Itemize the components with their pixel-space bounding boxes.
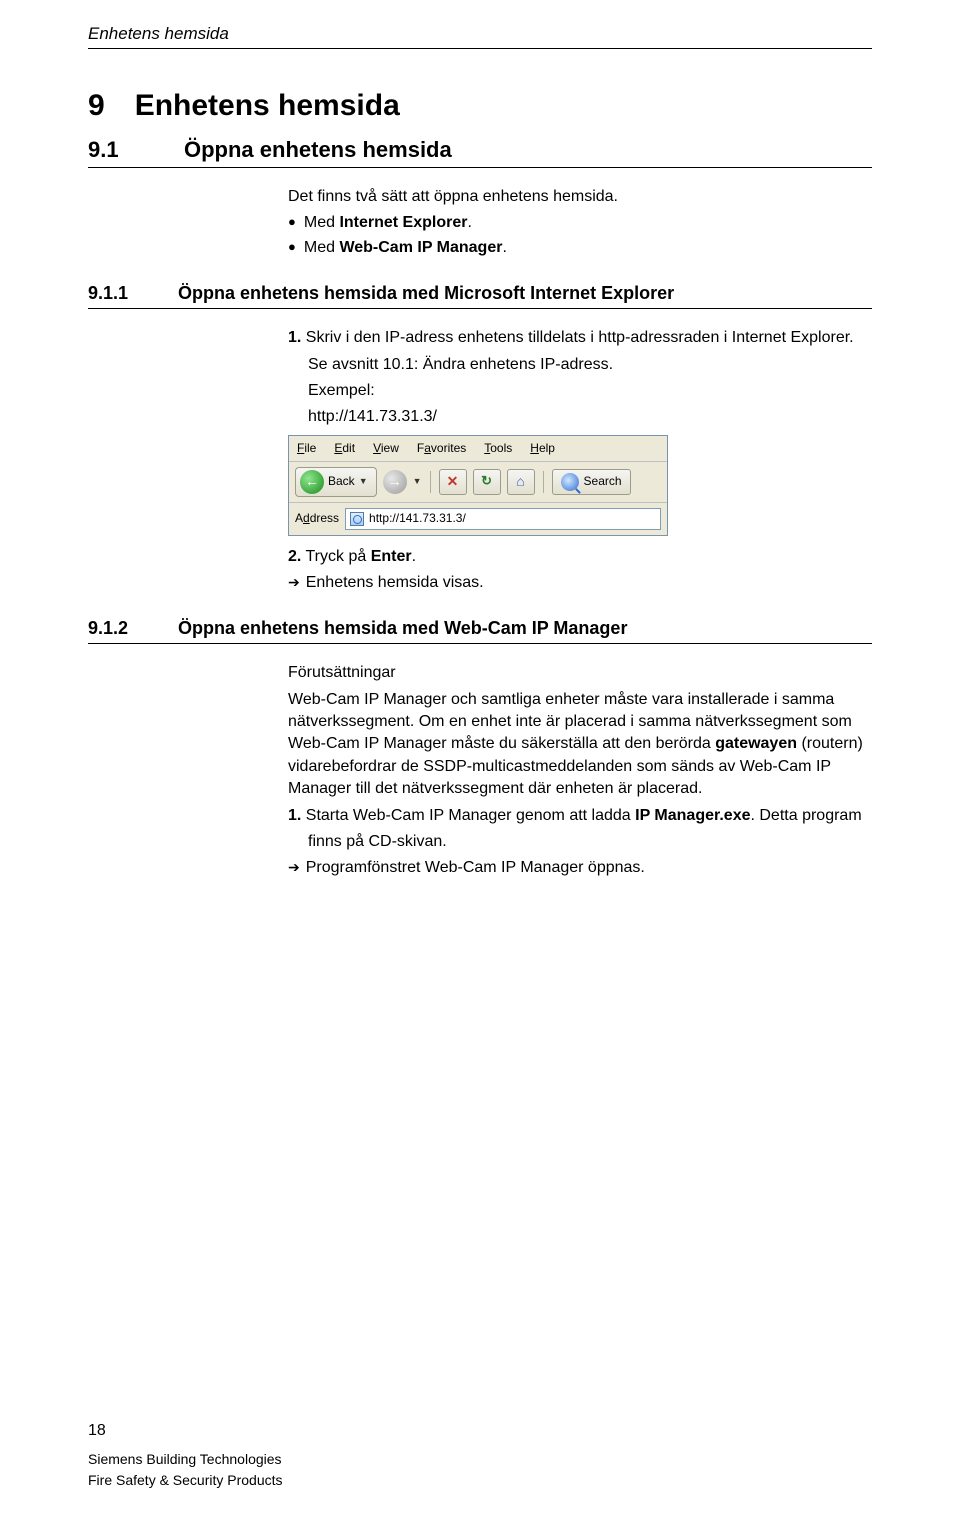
page-icon — [350, 512, 364, 526]
footer-line-2: Fire Safety & Security Products — [88, 1470, 283, 1491]
h3-text: Öppna enhetens hemsida med Web-Cam IP Ma… — [178, 618, 627, 639]
h2-text: Öppna enhetens hemsida — [184, 137, 452, 163]
bullet-text: Med Internet Explorer. — [304, 212, 472, 234]
bullet-text: Med Web-Cam IP Manager. — [304, 237, 507, 259]
ie-menu-file[interactable]: File — [297, 440, 316, 457]
chevron-down-icon[interactable]: ▼ — [413, 475, 422, 488]
ie-menu-view[interactable]: View — [373, 440, 399, 457]
h3-number: 9.1.2 — [88, 618, 154, 639]
intro-line: Det finns två sätt att öppna enhetens he… — [288, 186, 872, 208]
header-rule — [88, 48, 872, 49]
section-912: Förutsättningar Web-Cam IP Manager och s… — [288, 662, 872, 880]
arrow-icon — [288, 859, 306, 876]
stop-icon: ✕ — [447, 472, 459, 492]
h3-text: Öppna enhetens hemsida med Microsoft Int… — [178, 283, 674, 304]
home-icon: ⌂ — [516, 472, 524, 492]
ie-menu-help[interactable]: Help — [530, 440, 555, 457]
intro-block: Det finns två sätt att öppna enhetens he… — [288, 186, 872, 259]
step-result: Programfönstret Web-Cam IP Manager öppna… — [288, 857, 872, 879]
ie-refresh-button[interactable]: ↻ — [473, 469, 501, 495]
ie-screenshot: File Edit View Favorites Tools Help ← Ba… — [288, 435, 668, 536]
prereq-label: Förutsättningar — [288, 662, 872, 684]
step-1-note: Se avsnitt 10.1: Ändra enhetens IP-adres… — [308, 354, 872, 376]
step-1: 1. Skriv i den IP-adress enhetens tillde… — [288, 327, 872, 349]
address-value: http://141.73.31.3/ — [369, 510, 466, 527]
ie-address-bar: Address http://141.73.31.3/ — [289, 503, 667, 535]
arrow-icon — [288, 574, 306, 591]
toolbar-separator — [430, 471, 431, 493]
footer-line-1: Siemens Building Technologies — [88, 1449, 283, 1470]
ie-back-button[interactable]: ← Back ▼ — [295, 467, 377, 497]
heading-1: 9 Enhetens hemsida — [88, 89, 872, 123]
h2-number: 9.1 — [88, 137, 154, 163]
back-label: Back — [328, 473, 355, 490]
ie-menu-favorites[interactable]: Favorites — [417, 440, 466, 457]
ie-address-input[interactable]: http://141.73.31.3/ — [345, 508, 661, 530]
ie-home-button[interactable]: ⌂ — [507, 469, 535, 495]
step-2: 2. Tryck på Enter. — [288, 546, 872, 568]
bullet-icon — [288, 212, 296, 234]
ie-search-button[interactable]: Search — [552, 469, 631, 495]
ie-toolbar: ← Back ▼ → ▼ ✕ ↻ ⌂ Search — [289, 462, 667, 503]
h1-text: Enhetens hemsida — [135, 89, 400, 123]
step-result: Enhetens hemsida visas. — [288, 572, 872, 594]
bullet-item: Med Web-Cam IP Manager. — [288, 237, 872, 259]
page-number: 18 — [88, 1419, 283, 1443]
section-911: 1. Skriv i den IP-adress enhetens tillde… — [288, 327, 872, 594]
address-label: Address — [295, 510, 339, 527]
ie-menu-edit[interactable]: Edit — [334, 440, 355, 457]
ie-forward-button[interactable]: → — [383, 470, 407, 494]
h3-number: 9.1.1 — [88, 283, 154, 304]
heading-2: 9.1 Öppna enhetens hemsida — [88, 137, 872, 168]
running-header: Enhetens hemsida — [88, 24, 872, 44]
back-arrow-icon: ← — [300, 470, 324, 494]
ie-menubar: File Edit View Favorites Tools Help — [289, 436, 667, 462]
step-1: 1. Starta Web-Cam IP Manager genom att l… — [288, 805, 872, 827]
search-label: Search — [584, 473, 622, 490]
h1-number: 9 — [88, 89, 105, 123]
step-1-cont: finns på CD-skivan. — [308, 831, 872, 853]
bullet-item: Med Internet Explorer. — [288, 212, 872, 234]
example-label: Exempel: — [308, 380, 872, 402]
toolbar-separator — [543, 471, 544, 493]
ie-menu-tools[interactable]: Tools — [484, 440, 512, 457]
chevron-down-icon: ▼ — [359, 475, 368, 488]
heading-3: 9.1.1 Öppna enhetens hemsida med Microso… — [88, 283, 872, 309]
search-icon — [561, 473, 579, 491]
prereq-body: Web-Cam IP Manager och samtliga enheter … — [288, 689, 872, 801]
page-footer: 18 Siemens Building Technologies Fire Sa… — [88, 1419, 283, 1491]
refresh-icon: ↻ — [481, 472, 492, 490]
example-url: http://141.73.31.3/ — [308, 406, 872, 428]
ie-stop-button[interactable]: ✕ — [439, 469, 467, 495]
heading-3: 9.1.2 Öppna enhetens hemsida med Web-Cam… — [88, 618, 872, 644]
bullet-icon — [288, 237, 296, 259]
